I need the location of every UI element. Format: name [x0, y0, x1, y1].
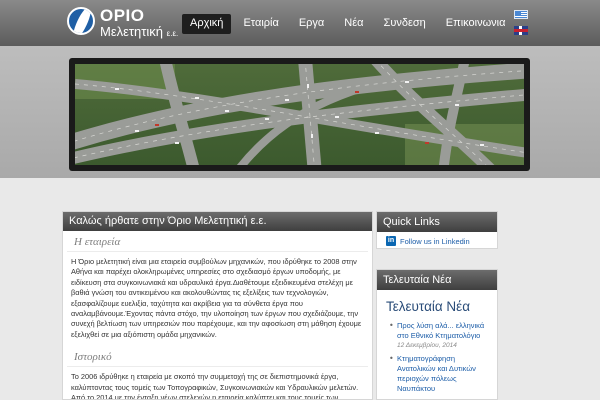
- news-item-date: 12 Δεκεμβρίου, 2014: [397, 342, 457, 349]
- logo-subtitle-text: Μελετητική: [100, 24, 164, 39]
- linkedin-icon: in: [386, 236, 396, 246]
- site-logo[interactable]: ΟΡΙΟ Μελετητική ε.ε.: [67, 6, 197, 39]
- nav-item-news[interactable]: Νέα: [336, 14, 371, 34]
- latest-news-panel: Τελευταία Νέα Τελευταία Νέα Προς λύση αλ…: [376, 269, 498, 400]
- news-item: Κτηματογράφηση Ανατολικών και Δυτικών πε…: [377, 354, 497, 397]
- history-description: Το 2006 ιδρύθηκε η εταιρεία με σκοπό την…: [71, 372, 359, 400]
- news-item: Προς λύση αλά... ελληνικά στο Εθνικό Κτη…: [377, 321, 497, 354]
- company-description: Η Όριο μελετητική είναι μια εταιρεία συμ…: [71, 257, 362, 339]
- nav-item-company[interactable]: Εταιρία: [235, 14, 286, 34]
- linkedin-link-label[interactable]: Follow us in Linkedin: [400, 237, 470, 246]
- banner-image: [69, 58, 530, 171]
- linkedin-link[interactable]: in Follow us in Linkedin: [377, 232, 497, 246]
- logo-suffix: ε.ε.: [166, 29, 179, 38]
- company-section-title: Η εταιρεία: [67, 231, 368, 252]
- news-item-link[interactable]: Κτηματογράφηση Ανατολικών και Δυτικών πε…: [397, 354, 491, 394]
- nav-item-projects[interactable]: Εργα: [291, 14, 332, 34]
- latest-news-heading: Τελευταία Νέα: [377, 270, 497, 290]
- welcome-heading: Καλώς ήρθατε στην Όριο Μελετητική ε.ε.: [63, 212, 372, 231]
- latest-news-title: Τελευταία Νέα: [386, 299, 471, 314]
- greek-flag-icon[interactable]: [514, 10, 528, 19]
- nav-item-contact[interactable]: Επικοινωνια: [438, 14, 514, 34]
- history-section-title: Ιστορικό: [67, 346, 368, 368]
- quick-links-heading: Quick Links: [377, 212, 497, 232]
- highway-interchange-image: [75, 64, 524, 165]
- quick-links-panel: Quick Links in Follow us in Linkedin: [376, 211, 498, 249]
- nav-item-login[interactable]: Συνδεση: [376, 14, 434, 34]
- site-header: ΟΡΙΟ Μελετητική ε.ε. Αρχική Εταιρία Εργα…: [0, 0, 600, 46]
- logo-subtitle: Μελετητική ε.ε.: [100, 24, 178, 39]
- news-item-link[interactable]: Προς λύση αλά... ελληνικά στο Εθνικό Κτη…: [397, 321, 491, 341]
- english-flag-icon[interactable]: [514, 26, 528, 35]
- logo-title: ΟΡΙΟ: [100, 6, 145, 25]
- main-content-panel: Καλώς ήρθατε στην Όριο Μελετητική ε.ε. Η…: [62, 211, 373, 400]
- main-nav: Αρχική Εταιρία Εργα Νέα Συνδεση Επικοινω…: [182, 14, 517, 34]
- logo-emblem-icon: [67, 7, 95, 35]
- nav-item-home[interactable]: Αρχική: [182, 14, 232, 34]
